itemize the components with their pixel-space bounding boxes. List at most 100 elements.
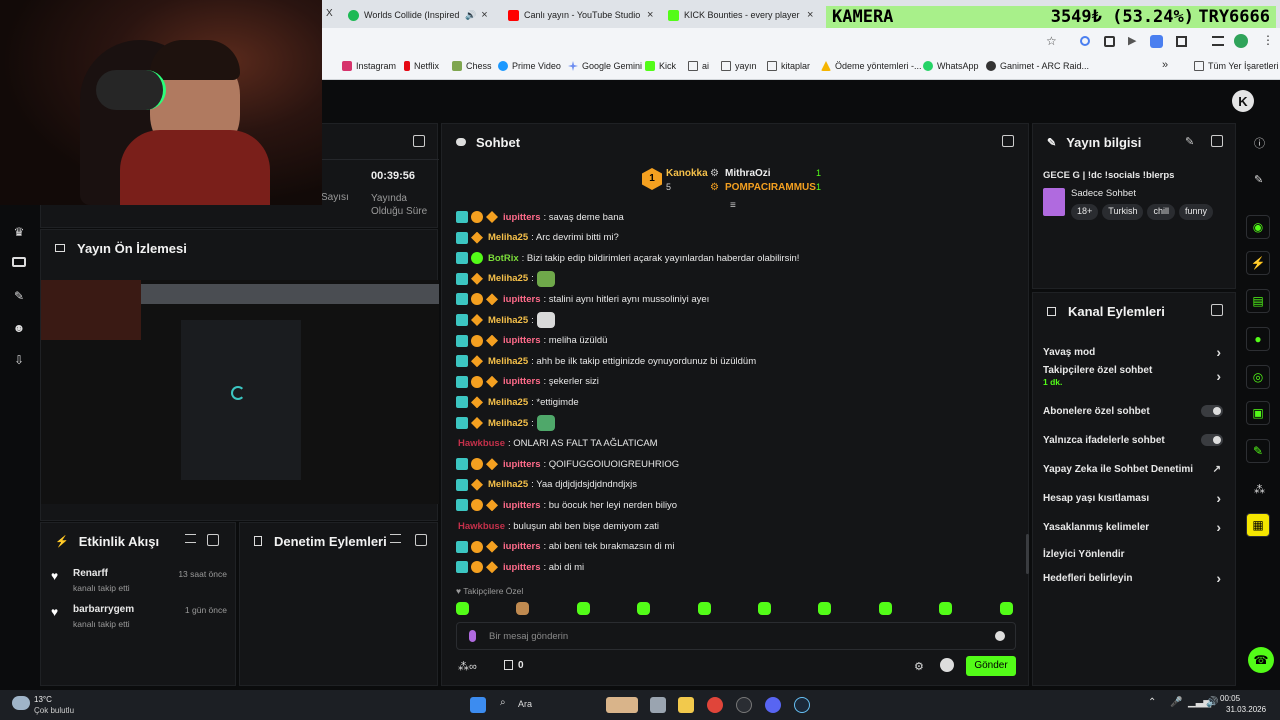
chat-username[interactable]: Meliha25: [488, 232, 528, 243]
emote-icon[interactable]: [456, 602, 469, 615]
chat-username[interactable]: Meliha25: [488, 479, 528, 490]
tab-close-icon[interactable]: ×: [481, 9, 487, 21]
chat-username[interactable]: iupitters: [503, 335, 540, 346]
edit-icon[interactable]: ✎: [1185, 135, 1194, 148]
emote-icon[interactable]: [999, 602, 1013, 615]
chat-username[interactable]: Meliha25: [488, 315, 528, 326]
emote-picker-icon[interactable]: [940, 658, 954, 672]
microphone-icon[interactable]: [469, 630, 476, 642]
discord-icon[interactable]: [765, 697, 781, 713]
monitor-icon[interactable]: ▣: [1246, 401, 1270, 425]
points-icon[interactable]: ⁂: [1254, 483, 1265, 496]
layout-icon[interactable]: [12, 257, 26, 267]
bookmark-folder-yayin[interactable]: yayın: [721, 61, 757, 71]
bookmark-gemini[interactable]: Google Gemini: [568, 61, 642, 71]
channel-action-item[interactable]: Yasaklanmış kelimeler ›: [1043, 516, 1225, 538]
translate-icon[interactable]: [1150, 35, 1163, 48]
channel-action-item[interactable]: Hesap yaşı kısıtlaması ›: [1043, 487, 1225, 509]
profile-avatar[interactable]: [1234, 34, 1248, 48]
wrench-icon[interactable]: ✎: [12, 289, 26, 303]
upload-icon[interactable]: ⇩: [12, 353, 26, 367]
bookmark-odeme[interactable]: Ödeme yöntemleri -...: [821, 61, 922, 71]
channel-action-item[interactable]: Yapay Zeka ile Sohbet Denetimi ↗: [1043, 458, 1225, 480]
toggle-switch[interactable]: [1201, 405, 1223, 417]
chat-username[interactable]: iupitters: [503, 376, 540, 387]
channel-action-item[interactable]: Takipçilere özel sohbet 1 dk. ›: [1043, 365, 1225, 387]
file-explorer-icon[interactable]: [678, 697, 694, 713]
emote-icon[interactable]: [576, 602, 590, 615]
emote-icon[interactable]: [878, 602, 892, 615]
channel-action-item[interactable]: Hedefleri belirleyin ›: [1043, 567, 1225, 589]
steam-icon[interactable]: [794, 697, 810, 713]
chat-username[interactable]: Meliha25: [488, 418, 528, 429]
send-button[interactable]: Gönder: [966, 656, 1016, 676]
play-icon[interactable]: ▶: [1128, 34, 1136, 47]
tab-close-icon[interactable]: ×: [647, 9, 653, 21]
tag[interactable]: Turkish: [1102, 204, 1144, 220]
chat-username[interactable]: iupitters: [503, 294, 540, 305]
chat-username[interactable]: iupitters: [503, 541, 540, 552]
bookmark-folder-kitaplar[interactable]: kitaplar: [767, 61, 810, 71]
chat-username[interactable]: Hawkbuse: [458, 521, 505, 532]
search-icon[interactable]: ⌕: [500, 697, 506, 708]
activity-user[interactable]: Renarff: [73, 568, 108, 579]
clock-date[interactable]: 31.03.2026: [1226, 705, 1266, 714]
leader-name[interactable]: MithraOzi: [725, 168, 771, 179]
chat-icon[interactable]: ●: [1246, 327, 1270, 351]
category-name[interactable]: Sadece Sohbet: [1071, 188, 1136, 199]
chat-username[interactable]: Hawkbuse: [458, 438, 505, 449]
task-view-icon[interactable]: [650, 697, 666, 713]
weather-icon[interactable]: [12, 696, 30, 710]
media-icon[interactable]: [1212, 36, 1224, 46]
star-icon[interactable]: ☆: [1046, 34, 1057, 48]
bookmark-instagram[interactable]: Instagram: [342, 61, 396, 71]
emote-icon[interactable]: [637, 602, 651, 615]
windows-start-icon[interactable]: [470, 697, 486, 713]
tab-youtube-studio[interactable]: Canlı yayın - YouTube Studio ×: [508, 4, 658, 26]
emote-icon[interactable]: [516, 602, 530, 615]
gift-icon[interactable]: ▦: [1246, 513, 1270, 537]
tab-close-x[interactable]: X: [326, 8, 333, 19]
tab-close-icon[interactable]: ×: [807, 9, 813, 21]
channel-action-item[interactable]: Yalnızca ifadelerle sohbet: [1043, 429, 1225, 451]
channel-action-item[interactable]: Yavaş mod ›: [1043, 341, 1225, 363]
chat-username[interactable]: iupitters: [503, 212, 540, 223]
stream-preview-video[interactable]: [41, 280, 439, 504]
chat-username[interactable]: Meliha25: [488, 356, 528, 367]
bookmark-prime-video[interactable]: Prime Video: [498, 61, 561, 71]
channel-action-item[interactable]: İzleyici Yönlendir: [1043, 543, 1225, 565]
more-bookmarks-icon[interactable]: »: [1162, 59, 1168, 71]
bookmark-folder-ai[interactable]: ai: [688, 61, 709, 71]
emoji-icon[interactable]: [995, 631, 1005, 641]
tag[interactable]: chill: [1147, 204, 1175, 220]
tag[interactable]: 18+: [1071, 204, 1099, 220]
document-icon[interactable]: ▤: [1246, 289, 1270, 313]
toggle-switch[interactable]: [1201, 434, 1223, 446]
bookmark-kick[interactable]: Kick: [645, 61, 676, 71]
camera-icon[interactable]: ◉: [1246, 215, 1270, 239]
wrench-icon[interactable]: ✎: [1246, 439, 1270, 463]
leader-name[interactable]: POMPACIRAMMUS: [725, 182, 816, 193]
chat-username[interactable]: BotRix: [488, 253, 519, 264]
trophy-icon[interactable]: ♛: [12, 225, 26, 239]
category-thumbnail[interactable]: [1043, 188, 1065, 216]
chat-username[interactable]: iupitters: [503, 562, 540, 573]
broadcast-icon[interactable]: ◎: [1246, 365, 1270, 389]
bookmark-all[interactable]: Tüm Yer İşaretleri: [1194, 61, 1279, 71]
tray-chevron-icon[interactable]: ⌃: [1148, 697, 1156, 708]
chrome-icon[interactable]: [707, 697, 723, 713]
pencil-icon[interactable]: ✎: [1254, 173, 1263, 186]
kick-logo-icon[interactable]: K: [1232, 90, 1254, 112]
chat-scrollbar[interactable]: [1026, 534, 1029, 574]
points-icon[interactable]: ⁂∞: [458, 660, 477, 673]
channel-action-item[interactable]: Abonelere özel sohbet: [1043, 400, 1225, 422]
chat-username[interactable]: Meliha25: [488, 273, 528, 284]
support-icon[interactable]: ☎: [1248, 647, 1274, 673]
tag[interactable]: funny: [1178, 204, 1213, 220]
extension-icon[interactable]: [1080, 36, 1090, 46]
emote-icon[interactable]: [818, 602, 832, 615]
chat-username[interactable]: iupitters: [503, 500, 540, 511]
microphone-icon[interactable]: 🎤: [1170, 697, 1182, 708]
chat-username[interactable]: iupitters: [503, 459, 540, 470]
popout-icon[interactable]: [413, 135, 425, 147]
